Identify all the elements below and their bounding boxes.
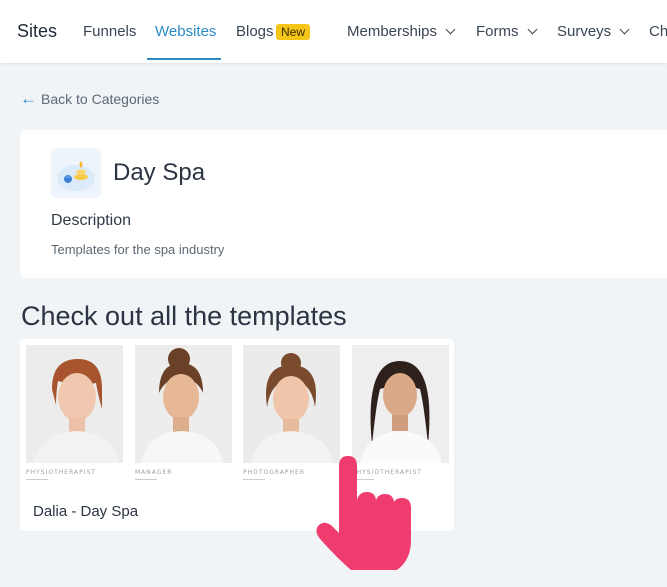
- description-label: Description: [51, 212, 132, 229]
- role-label: MANAGER: [135, 469, 173, 476]
- template-thumbnail: PHYSIOTHERAPIST: [26, 345, 123, 485]
- active-tab-indicator: [147, 58, 221, 60]
- portrait-image: [243, 345, 340, 463]
- arrow-left-icon: ←: [20, 89, 37, 108]
- back-to-categories-link[interactable]: ← Back to Categories: [20, 90, 159, 107]
- nav-forms[interactable]: Forms: [476, 0, 537, 63]
- template-name: Dalia - Day Spa: [33, 503, 139, 520]
- templates-heading: Check out all the templates: [21, 301, 347, 331]
- nav-websites[interactable]: Websites: [155, 0, 216, 63]
- pointing-hand-icon: [305, 452, 415, 570]
- nav-forms-label: Forms: [476, 23, 519, 40]
- divider: [26, 479, 48, 480]
- chevron-down-icon: [527, 24, 537, 34]
- role-label: PHYSIOTHERAPIST: [26, 469, 96, 476]
- portrait-image: [26, 345, 123, 463]
- new-badge: New: [276, 24, 311, 40]
- chevron-down-icon: [619, 24, 630, 34]
- portrait-image: [135, 345, 232, 463]
- nav-funnels[interactable]: Funnels: [83, 0, 136, 63]
- nav-memberships[interactable]: Memberships: [347, 0, 456, 63]
- top-navigation: Sites Funnels Websites Blogs New Members…: [0, 0, 667, 63]
- nav-memberships-label: Memberships: [347, 23, 438, 40]
- chevron-down-icon: [445, 24, 456, 34]
- nav-cha[interactable]: Cha: [649, 0, 667, 63]
- divider: [243, 479, 265, 480]
- brand-title: Sites: [17, 21, 58, 41]
- spa-stones-icon: [51, 148, 101, 198]
- role-label: PHOTOGRAPHER: [243, 469, 306, 476]
- category-title: Day Spa: [113, 159, 206, 186]
- divider: [135, 479, 157, 480]
- description-text: Templates for the spa industry: [51, 242, 225, 257]
- portrait-image: [352, 345, 449, 463]
- nav-blogs[interactable]: Blogs: [236, 0, 274, 63]
- template-thumbnail: MANAGER: [135, 345, 232, 485]
- nav-surveys-label: Surveys: [557, 23, 612, 40]
- back-link-label: Back to Categories: [41, 90, 160, 107]
- nav-surveys[interactable]: Surveys: [557, 0, 630, 63]
- category-card: Day Spa Description Templates for the sp…: [20, 130, 667, 278]
